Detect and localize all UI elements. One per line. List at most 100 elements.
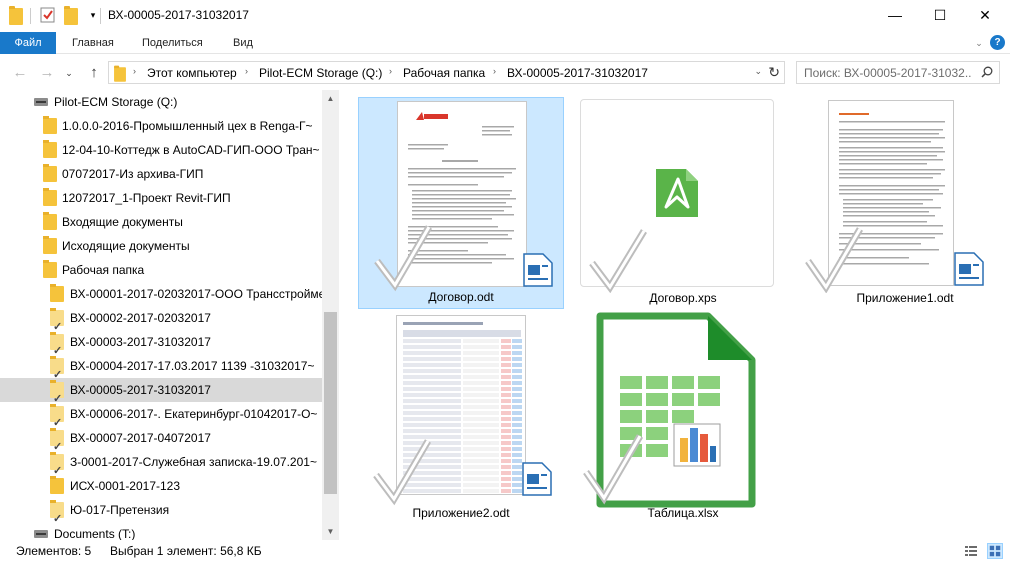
scroll-thumb[interactable] xyxy=(324,312,337,494)
tree-item[interactable]: ✓ ВХ-00007-2017-04072017 xyxy=(0,426,322,453)
window-title: ВХ-00005-2017-31032017 xyxy=(108,8,249,22)
tree-item-label: З-0001-2017-Служебная записка-19.07.201~ xyxy=(70,455,317,469)
recent-dropdown-icon[interactable]: ⌄ xyxy=(60,64,78,82)
tree-item-label: Исходящие документы xyxy=(62,239,190,253)
chevron-right-icon[interactable]: › xyxy=(389,66,392,76)
nav-scrollbar[interactable]: ▲ ▼ xyxy=(322,90,339,540)
folder-icon xyxy=(43,116,57,134)
tree-item[interactable]: ✓ Ю-017-Претензия xyxy=(0,498,322,525)
navigation-pane: Pilot-ECM Storage (Q:) 1.0.0.0-2016-Промы… xyxy=(0,90,340,540)
folder-icon: ✓ xyxy=(50,380,64,405)
search-input[interactable]: Поиск: ВХ-00005-2017-31032... xyxy=(796,61,1000,84)
folder-icon xyxy=(114,65,126,82)
sync-check-icon xyxy=(805,227,864,293)
back-arrow-icon[interactable]: ← xyxy=(11,64,29,82)
forward-arrow-icon[interactable]: → xyxy=(38,64,56,82)
tree-item[interactable]: Входящие документы xyxy=(0,210,322,234)
folder-icon xyxy=(50,476,64,494)
sync-check-icon xyxy=(373,439,432,506)
tree-item[interactable]: ✓ ВХ-00004-2017-17.03.2017 1139 -31032017… xyxy=(0,354,322,381)
selection-info: Выбран 1 элемент: 56,8 КБ xyxy=(110,544,262,558)
minimize-button[interactable]: — xyxy=(872,0,918,30)
tree-item[interactable]: ИСХ-0001-2017-123 xyxy=(0,474,322,498)
tree-item[interactable]: Исходящие документы xyxy=(0,234,322,258)
tree-item[interactable]: Pilot-ECM Storage (Q:) xyxy=(0,90,322,114)
details-view-icon[interactable] xyxy=(963,543,979,559)
tree-item-label: 1.0.0.0-2016-Промышленный цех в Renga-Г~ xyxy=(62,119,313,133)
tab-home[interactable]: Главная xyxy=(62,32,124,54)
tree-item[interactable]: 07072017-Из архива-ГИП xyxy=(0,162,322,186)
tab-share[interactable]: Поделиться xyxy=(132,32,213,54)
tab-view[interactable]: Вид xyxy=(223,32,263,54)
tree-item-label: 12072017_1-Проект Revit-ГИП xyxy=(62,191,231,205)
tree-item[interactable]: ✓ З-0001-2017-Служебная записка-19.07.201… xyxy=(0,450,322,477)
maximize-button[interactable]: ☐ xyxy=(917,0,963,30)
sync-check-icon xyxy=(589,229,647,293)
chevron-right-icon[interactable]: › xyxy=(493,66,496,76)
chevron-right-icon[interactable]: › xyxy=(245,66,248,76)
tree-item[interactable]: Documents (T:) xyxy=(0,522,322,540)
file-name: Приложение2.odt xyxy=(412,506,510,520)
close-button[interactable]: ✕ xyxy=(962,0,1008,30)
breadcrumb-work-folder[interactable]: Рабочая папка xyxy=(403,66,485,80)
search-icon[interactable] xyxy=(981,66,993,78)
folder-icon: ✓ xyxy=(50,452,64,477)
tree-item-label: ВХ-00003-2017-31032017 xyxy=(70,335,211,349)
drive-icon xyxy=(34,98,48,106)
tab-file[interactable]: Файл xyxy=(0,32,56,54)
writer-document-icon xyxy=(523,253,553,287)
file-name: Приложение1.odt xyxy=(856,291,954,305)
tree-item[interactable]: ВХ-00001-2017-02032017-ООО Трансстройме~ xyxy=(0,282,332,306)
tree-item[interactable]: ✓ ВХ-00002-2017-02032017 xyxy=(0,306,322,333)
file-name: Таблица.xlsx xyxy=(647,506,719,520)
tree-item[interactable]: 12072017_1-Проект Revit-ГИП xyxy=(0,186,322,210)
tree-item-label: Рабочая папка xyxy=(62,263,145,277)
file-tile-prilozhenie2-odt[interactable]: Приложение2.odt xyxy=(358,312,564,524)
tree-item[interactable]: ✓ ВХ-00005-2017-31032017 xyxy=(0,378,322,405)
file-name: Договор.odt xyxy=(428,290,494,304)
folder-icon xyxy=(43,260,57,278)
folder-icon xyxy=(43,164,57,182)
tree-item[interactable]: ✓ ВХ-00003-2017-31032017 xyxy=(0,330,322,357)
file-tile-dogovor-xps[interactable]: Договор.xps xyxy=(580,97,786,309)
up-arrow-icon[interactable]: ↑ xyxy=(85,64,103,82)
tree-item[interactable]: Рабочая папка xyxy=(0,258,322,282)
folder-icon xyxy=(43,236,57,254)
file-tile-tablitsa-xlsx[interactable]: Таблица.xlsx xyxy=(580,312,786,524)
address-row: ← → ⌄ ↑ › Этот компьютер › Pilot-ECM Sto… xyxy=(0,56,1010,90)
properties-icon[interactable] xyxy=(40,7,56,23)
writer-document-icon xyxy=(954,252,984,286)
large-icons-view-icon[interactable] xyxy=(987,543,1003,559)
xps-file-icon xyxy=(656,169,698,217)
tree-item[interactable]: 1.0.0.0-2016-Промышленный цех в Renga-Г~ xyxy=(0,114,322,138)
file-name: Договор.xps xyxy=(649,291,717,305)
file-tile-prilozhenie1-odt[interactable]: Приложение1.odt xyxy=(802,97,1008,309)
folder-icon xyxy=(50,284,64,302)
sync-check-icon xyxy=(583,434,644,505)
ribbon-tabs: Файл Главная Поделиться Вид ⌄ ? xyxy=(0,32,1010,54)
chevron-right-icon[interactable]: › xyxy=(133,66,136,76)
folder-icon: ✓ xyxy=(50,500,64,525)
breadcrumb-this-pc[interactable]: Этот компьютер xyxy=(147,66,237,80)
tree-item-label: Pilot-ECM Storage (Q:) xyxy=(54,95,178,109)
help-icon[interactable]: ? xyxy=(990,35,1005,50)
scroll-up-icon[interactable]: ▲ xyxy=(322,90,339,107)
scroll-down-icon[interactable]: ▼ xyxy=(322,523,339,540)
breadcrumb-current[interactable]: ВХ-00005-2017-31032017 xyxy=(507,66,648,80)
chevron-down-icon[interactable]: ⌄ xyxy=(972,36,986,50)
file-view: Договор.odt Договор.xps Приложение1.odt … xyxy=(342,90,1010,540)
address-bar[interactable]: › Этот компьютер › Pilot-ECM Storage (Q:… xyxy=(108,61,785,84)
tree-item-label: ВХ-00007-2017-04072017 xyxy=(70,431,211,445)
chevron-down-icon[interactable]: ⌄ xyxy=(754,66,762,77)
new-folder-icon[interactable] xyxy=(64,6,80,25)
writer-document-icon xyxy=(522,462,552,496)
breadcrumb-storage[interactable]: Pilot-ECM Storage (Q:) xyxy=(259,66,382,80)
refresh-icon[interactable]: ↻ xyxy=(768,64,780,81)
status-bar: Элементов: 5 Выбран 1 элемент: 56,8 КБ xyxy=(0,540,1010,562)
sync-check-icon xyxy=(374,225,433,292)
file-tile-dogovor-odt[interactable]: Договор.odt xyxy=(358,97,564,309)
customize-toolbar-icon[interactable]: ▾ xyxy=(85,7,101,23)
drive-icon xyxy=(34,530,48,538)
tree-item[interactable]: 12-04-10-Коттедж в AutoCAD-ГИП-ООО Тран~ xyxy=(0,138,322,162)
tree-item[interactable]: ✓ ВХ-00006-2017-. Екатеринбург-01042017-О… xyxy=(0,402,322,429)
